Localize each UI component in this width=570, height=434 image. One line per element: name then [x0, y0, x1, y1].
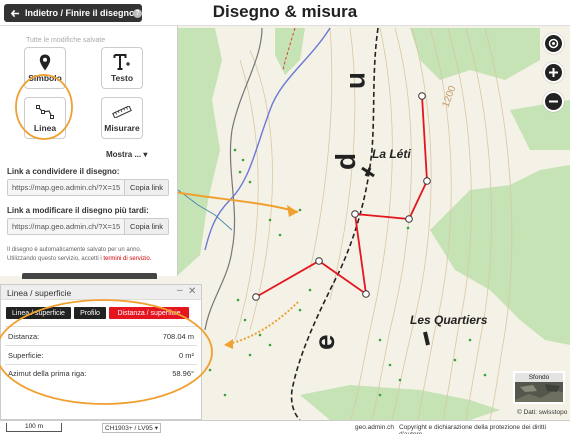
line-icon — [25, 103, 65, 121]
zoom-out-button[interactable] — [543, 91, 564, 112]
site-link[interactable]: geo.admin.ch — [355, 424, 394, 431]
back-button-label: Indietro / Finire il disegno — [25, 8, 135, 18]
tool-text-label: Testo — [110, 73, 134, 83]
data-credit: © Dati: swisstopo — [517, 409, 568, 416]
back-button[interactable]: Indietro / Finire il disegno — [4, 4, 142, 22]
marker-icon — [25, 53, 65, 71]
edit-copy-button[interactable]: Copia link — [124, 219, 168, 234]
edit-link-label: Link a modificare il disegno più tardi: — [7, 206, 149, 215]
tool-measure-label: Misurare — [104, 123, 140, 133]
projection-select[interactable]: CH1903+ / LV95 ▾ — [102, 423, 162, 433]
minimize-icon[interactable]: – — [177, 285, 183, 296]
tab-line-surface[interactable]: Linea / superficie — [6, 307, 71, 319]
measure-panel: Linea / superficie – ✕ Linea / superfici… — [0, 284, 202, 420]
place-label-la-leti: La Léti — [372, 147, 411, 161]
measure-panel-header: Linea / superficie – ✕ — [1, 285, 201, 300]
background-switch-label: Sfondo — [515, 373, 563, 382]
chevron-down-icon: ▾ — [154, 424, 159, 432]
divider — [5, 364, 197, 365]
edit-link-input[interactable] — [8, 219, 124, 234]
distance-value: 708.04 m — [162, 332, 194, 341]
close-draw-button[interactable] — [22, 273, 157, 279]
text-icon — [102, 53, 142, 71]
show-more-label: Mostra ... — [106, 150, 142, 159]
map-letter-d: d — [330, 153, 361, 170]
draw-panel: Tutte le modifiche salvate Simbolo Testo… — [0, 26, 178, 279]
scale-bar: 100 m — [6, 423, 62, 432]
background-switch[interactable]: Sfondo — [513, 371, 565, 404]
close-icon[interactable]: ✕ — [188, 286, 196, 297]
help-icon[interactable]: ? — [133, 9, 142, 18]
plus-icon — [549, 68, 558, 77]
share-link-label: Link a condividere il disegno: — [7, 167, 120, 176]
show-more-link[interactable]: Mostra ... ▾ — [106, 150, 147, 159]
zoom-in-button[interactable] — [543, 62, 564, 83]
distance-label: Distanza: — [8, 332, 40, 341]
surface-value: 0 m² — [179, 351, 194, 360]
disclaimer: Il disegno è automaticamente salvato per… — [7, 246, 171, 264]
measure-panel-title: Linea / superficie — [7, 288, 72, 298]
aerial-thumbnail — [515, 382, 563, 402]
tool-line-label: Linea — [33, 123, 57, 133]
tool-symbol-label: Simbolo — [28, 73, 62, 83]
locate-icon — [548, 38, 559, 49]
divider — [5, 326, 197, 327]
locate-button[interactable] — [543, 33, 564, 54]
copyright-link[interactable]: Copyright e dichiarazione della protezio… — [399, 424, 570, 434]
map-letter-e: e — [309, 334, 340, 350]
tool-measure-button[interactable]: Misurare — [101, 97, 143, 139]
place-label-les-quartiers: Les Quartiers — [410, 313, 488, 327]
terms-link[interactable]: termini di servizio. — [103, 256, 151, 262]
arrow-left-icon — [11, 9, 20, 17]
share-copy-button[interactable]: Copia link — [124, 180, 168, 195]
azimuth-label: Azimut della prima riga: — [8, 369, 87, 378]
ruler-icon — [102, 103, 142, 121]
share-link-field: Copia link — [7, 179, 169, 196]
surface-label: Superficie: — [8, 351, 44, 360]
projection-value: CH1903+ / LV95 — [105, 424, 153, 432]
tool-symbol-button[interactable]: Simbolo — [24, 47, 66, 89]
tab-profile[interactable]: Profilo — [74, 307, 106, 319]
minus-icon — [549, 100, 558, 103]
tool-text-button[interactable]: Testo — [101, 47, 143, 89]
azimuth-value: 58.96° — [172, 369, 194, 378]
divider — [5, 345, 197, 346]
caret-down-icon: ▾ — [143, 150, 148, 159]
edit-link-field: Copia link — [7, 218, 169, 235]
saved-note: Tutte le modifiche salvate — [26, 37, 106, 44]
footer: 100 m CH1903+ / LV95 ▾ geo.admin.ch Copy… — [0, 420, 570, 434]
share-link-input[interactable] — [8, 180, 124, 195]
tool-line-button[interactable]: Linea — [24, 97, 66, 139]
top-bar: Indietro / Finire il disegno ? Disegno &… — [0, 0, 570, 26]
tab-distance-surface[interactable]: Distanza / superficie — [109, 307, 189, 319]
map-letter-n: n — [344, 72, 375, 89]
